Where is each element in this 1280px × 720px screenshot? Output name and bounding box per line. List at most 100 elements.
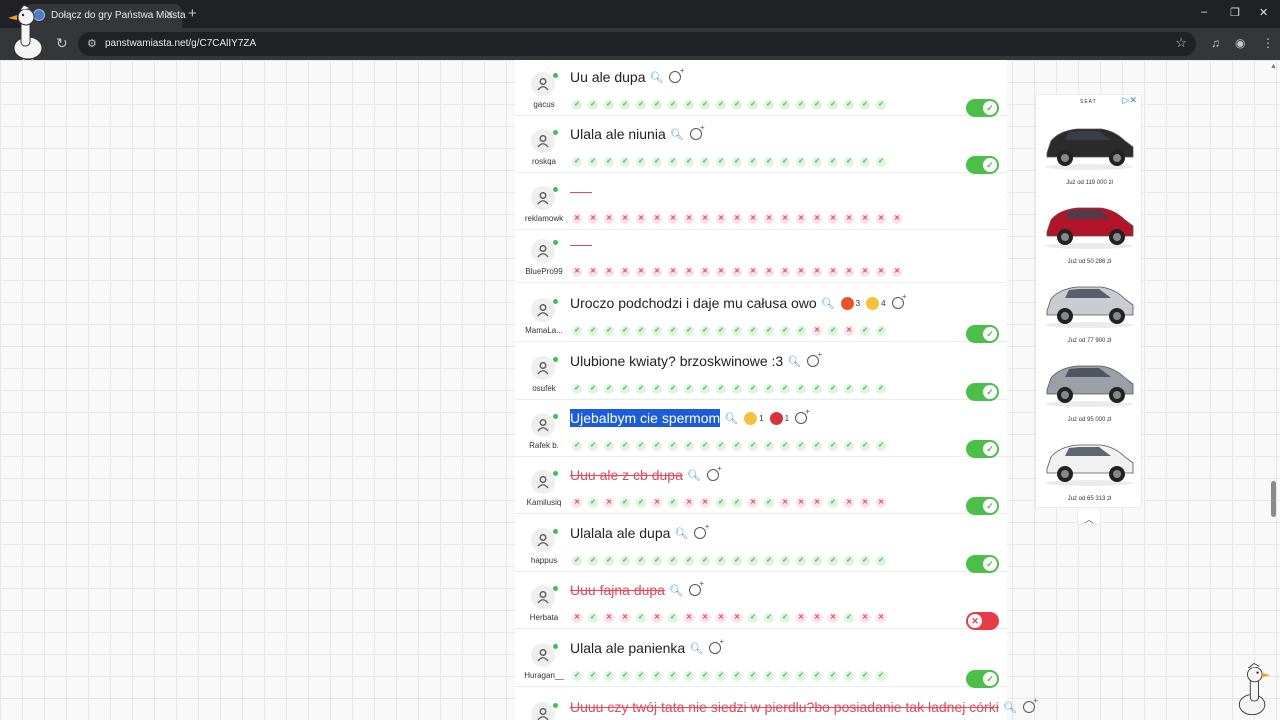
user-avatar-icon[interactable] [531, 413, 555, 437]
check-icon: ✓ [828, 441, 838, 451]
accept-toggle[interactable]: ✕ [966, 612, 999, 630]
cross-icon: ✕ [700, 613, 710, 623]
check-icon: ✓ [764, 326, 774, 336]
accept-toggle[interactable]: ✓ [966, 383, 999, 401]
answer-text[interactable]: Ujebalbym cie spermom [570, 409, 721, 427]
search-icon[interactable]: 🔍︎ [669, 584, 683, 597]
answer-text[interactable]: Uuu fajna dupa [570, 581, 665, 599]
reaction-badge[interactable]: 1 [769, 411, 789, 425]
close-window-button[interactable]: ✕ [1259, 6, 1268, 19]
check-icon: ✓ [572, 100, 582, 110]
omnibox[interactable]: ⚙ panstwamiasta.net/g/C7CAlIY7ZA ☆ [78, 32, 1196, 56]
profile-icon[interactable]: ◉ [1235, 36, 1245, 50]
user-avatar-icon[interactable] [531, 643, 555, 667]
check-icon: ✓ [684, 326, 694, 336]
check-icon: ✓ [684, 100, 694, 110]
user-avatar-icon[interactable] [531, 186, 555, 210]
minimize-button[interactable]: – [1201, 6, 1207, 18]
media-icon[interactable]: ♫ [1211, 36, 1220, 50]
tune-icon[interactable]: ⚙ [87, 37, 97, 50]
reaction-badge[interactable]: 4 [866, 296, 886, 310]
check-icon: ✓ [588, 384, 598, 394]
add-reaction-icon[interactable] [694, 522, 709, 539]
reaction-badge[interactable]: 3 [840, 296, 860, 310]
accept-toggle[interactable]: ✓ [966, 670, 999, 688]
car-image[interactable] [1039, 350, 1139, 416]
check-icon: ✓ [876, 671, 886, 681]
answer-text[interactable]: Uu ale dupa [570, 68, 646, 86]
car-image[interactable] [1039, 271, 1139, 337]
cross-icon: ✕ [652, 613, 662, 623]
reload-icon[interactable]: ↻ [56, 35, 68, 52]
user-avatar-icon[interactable] [531, 528, 555, 552]
search-icon[interactable]: 🔍︎ [687, 469, 701, 482]
check-icon: ✓ [588, 671, 598, 681]
add-reaction-icon[interactable] [689, 123, 705, 140]
add-reaction-icon[interactable] [795, 407, 810, 424]
car-image[interactable] [1039, 429, 1139, 495]
check-icon: ✓ [588, 556, 598, 566]
player-name: MamaLa... [525, 326, 563, 335]
user-avatar-icon[interactable] [531, 702, 555, 720]
goose-helper-icon[interactable] [1232, 660, 1274, 720]
user-avatar-icon[interactable] [531, 72, 555, 96]
check-icon: ✓ [732, 157, 742, 167]
answer-text[interactable]: Uuu ale z cb dupa [570, 466, 683, 484]
accept-toggle[interactable]: ✓ [966, 440, 999, 458]
user-avatar-icon[interactable] [531, 239, 555, 263]
add-reaction-icon[interactable] [669, 66, 684, 83]
answer-text[interactable]: Ulala ale panienka [570, 639, 685, 657]
car-image[interactable] [1039, 192, 1139, 258]
search-icon[interactable]: 🔍︎ [787, 355, 801, 368]
restore-button[interactable]: ❐ [1230, 6, 1240, 19]
accept-toggle[interactable]: ✓ [966, 555, 999, 573]
answer-text[interactable]: Uroczo podchodzi i daje mu całusa owo [570, 294, 817, 312]
check-icon: ✓ [652, 671, 662, 681]
url-text[interactable]: panstwamiasta.net/g/C7CAlIY7ZA [105, 38, 256, 49]
user-avatar-icon[interactable] [531, 298, 555, 322]
check-icon: ✓ [652, 441, 662, 451]
scroll-up-arrow-icon[interactable]: ▲ [1270, 63, 1277, 70]
ad-collapse-chevron-icon[interactable]: ︿ [1077, 511, 1101, 526]
advertisement[interactable]: SEAT ▷✕ Już od 119 000 zł Już od 50 286 z… [1035, 94, 1142, 508]
answer-text[interactable]: Ulalala ale dupa [570, 524, 670, 542]
answer-text[interactable]: Ulala ale niunia [570, 125, 666, 143]
accept-toggle[interactable]: ✓ [966, 99, 999, 117]
user-avatar-icon[interactable] [531, 356, 555, 380]
scrollbar-thumb[interactable] [1271, 481, 1276, 517]
answer-text[interactable]: Uuuu czy twój tata nie siedzi w pierdlu?… [570, 698, 999, 716]
car-price: Już od 50 286 zł [1067, 259, 1112, 265]
add-reaction-icon[interactable] [706, 464, 722, 481]
accept-toggle[interactable]: ✓ [966, 497, 999, 515]
adchoices-icon[interactable]: ▷✕ [1123, 95, 1137, 106]
accept-toggle[interactable]: ✓ [966, 325, 999, 343]
search-icon[interactable]: 🔍︎ [689, 642, 703, 655]
add-reaction-icon[interactable] [1022, 696, 1038, 713]
cross-icon: ✕ [892, 267, 902, 277]
cross-icon: ✕ [828, 267, 838, 277]
search-icon[interactable]: 🔍︎ [674, 527, 688, 540]
answer-line: Uuu fajna dupa 🔍︎ [570, 579, 704, 599]
search-icon[interactable]: 🔍︎ [670, 128, 684, 141]
answer-text[interactable]: Ulubione kwiaty? brzoskwinowe :3 [570, 352, 783, 370]
search-icon[interactable]: 🔍︎ [1003, 701, 1017, 714]
search-icon[interactable]: 🔍︎ [650, 71, 664, 84]
accept-toggle[interactable]: ✓ [966, 156, 999, 174]
car-image[interactable] [1039, 113, 1139, 179]
search-icon[interactable]: 🔍︎ [821, 297, 835, 310]
add-reaction-icon[interactable] [709, 637, 724, 654]
user-avatar-icon[interactable] [531, 470, 555, 494]
user-avatar-icon[interactable] [531, 129, 555, 153]
new-tab-button[interactable]: + [188, 5, 197, 22]
reaction-badge[interactable]: 1 [744, 411, 764, 425]
add-reaction-icon[interactable] [891, 292, 907, 309]
bookmark-star-icon[interactable]: ☆ [1175, 35, 1187, 51]
check-icon: ✓ [620, 441, 630, 451]
add-reaction-icon[interactable] [807, 350, 822, 367]
menu-icon[interactable]: ⋮ [1262, 36, 1274, 50]
user-avatar-icon[interactable] [531, 585, 555, 609]
check-icon: ✓ [764, 671, 774, 681]
tab-close-icon[interactable]: ✕ [165, 8, 174, 21]
add-reaction-icon[interactable] [688, 579, 704, 596]
search-icon[interactable]: 🔍︎ [724, 412, 738, 425]
